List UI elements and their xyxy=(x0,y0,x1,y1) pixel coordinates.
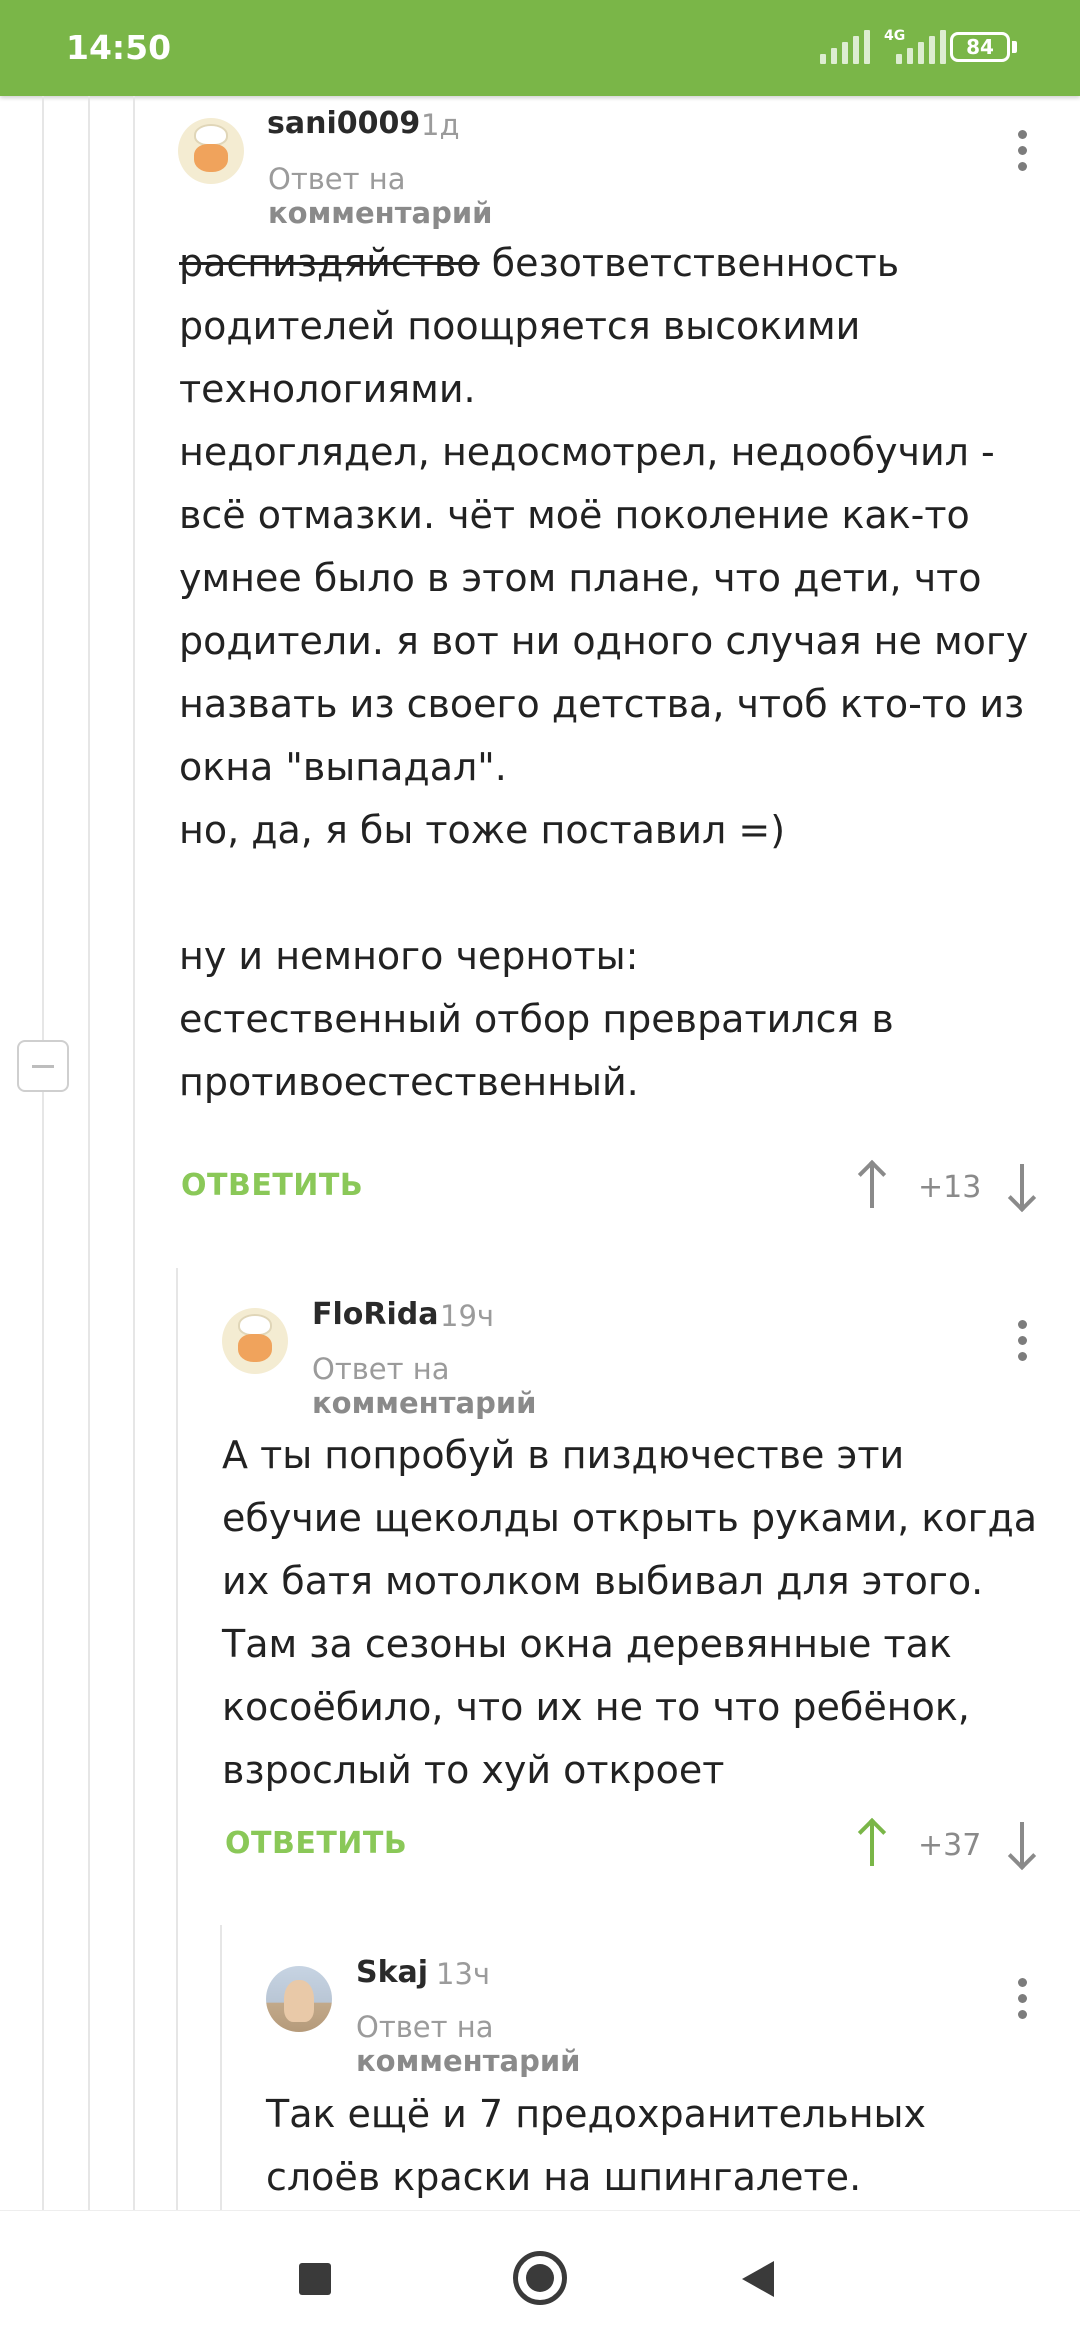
reply-to-link[interactable]: комментарий xyxy=(356,2044,581,2078)
comment-body: безответственность родителей поощряется … xyxy=(179,241,1029,1104)
vote-score: +37 xyxy=(918,1828,982,1863)
comment-author[interactable]: Skaj xyxy=(356,1955,428,1990)
reply-to-link[interactable]: комментарий xyxy=(268,196,493,230)
arrow-down-icon[interactable] xyxy=(1002,1818,1042,1872)
home-icon[interactable] xyxy=(513,2251,567,2305)
reply-to-line: Ответ на комментарий xyxy=(268,162,493,230)
chef-hat-icon xyxy=(196,126,226,144)
comment-time: 19ч xyxy=(440,1299,495,1333)
thread-line xyxy=(133,96,135,2210)
comment-time: 1д xyxy=(421,108,460,142)
chef-hat-icon xyxy=(240,1316,270,1334)
avatar-face xyxy=(238,1334,272,1362)
status-time: 14:50 xyxy=(66,28,172,67)
avatar[interactable] xyxy=(178,118,244,184)
thread-line xyxy=(42,96,44,2210)
arrow-down-icon[interactable] xyxy=(1002,1160,1042,1214)
status-bar: 14:50 4G 84 xyxy=(0,0,1080,96)
signal-icon xyxy=(820,30,870,64)
collapse-thread-button[interactable] xyxy=(17,1040,69,1092)
comment-text: распиздяйство безответственность родител… xyxy=(179,232,1049,1114)
thread-line xyxy=(88,96,90,2210)
reply-to-line: Ответ на комментарий xyxy=(356,2010,581,2078)
battery-icon: 84 xyxy=(950,32,1010,62)
battery-level: 84 xyxy=(966,35,994,59)
comment-strike-text: распиздяйство xyxy=(179,241,480,285)
comment-author[interactable]: sani0009 xyxy=(267,106,420,141)
comment-author[interactable]: FloRida xyxy=(312,1297,439,1332)
reply-button[interactable]: ОТВЕТИТЬ xyxy=(225,1826,407,1861)
signal-icon-2 xyxy=(896,30,946,64)
thread-line xyxy=(220,1925,222,2210)
arrow-up-icon[interactable] xyxy=(852,1159,892,1214)
avatar-figure xyxy=(284,1980,314,2022)
reply-button[interactable]: ОТВЕТИТЬ xyxy=(181,1168,363,1203)
more-vert-icon[interactable] xyxy=(1002,120,1042,180)
reply-to-line: Ответ на комментарий xyxy=(312,1352,537,1420)
reply-to-prefix: Ответ на xyxy=(312,1352,450,1386)
avatar-face xyxy=(194,144,228,172)
avatar[interactable] xyxy=(222,1308,288,1374)
comment-text: А ты попробуй в пиздючестве эти ебучие щ… xyxy=(222,1433,1050,1792)
more-vert-icon[interactable] xyxy=(1002,1310,1042,1370)
recents-icon[interactable] xyxy=(299,2263,331,2295)
reply-to-prefix: Ответ на xyxy=(356,2010,494,2044)
more-vert-icon[interactable] xyxy=(1002,1968,1042,2028)
comment-text: Так ещё и 7 предохранительных слоёв крас… xyxy=(266,2092,939,2199)
battery-tip xyxy=(1012,41,1017,53)
arrow-up-icon[interactable] xyxy=(852,1817,892,1872)
reply-to-prefix: Ответ на xyxy=(268,162,406,196)
comment-time: 13ч xyxy=(436,1957,491,1991)
vote-score: +13 xyxy=(918,1170,982,1205)
thread-line xyxy=(176,1268,178,2210)
reply-to-link[interactable]: комментарий xyxy=(312,1386,537,1420)
back-icon[interactable] xyxy=(742,2261,774,2297)
navigation-bar xyxy=(0,2210,1080,2341)
avatar[interactable] xyxy=(266,1966,332,2032)
